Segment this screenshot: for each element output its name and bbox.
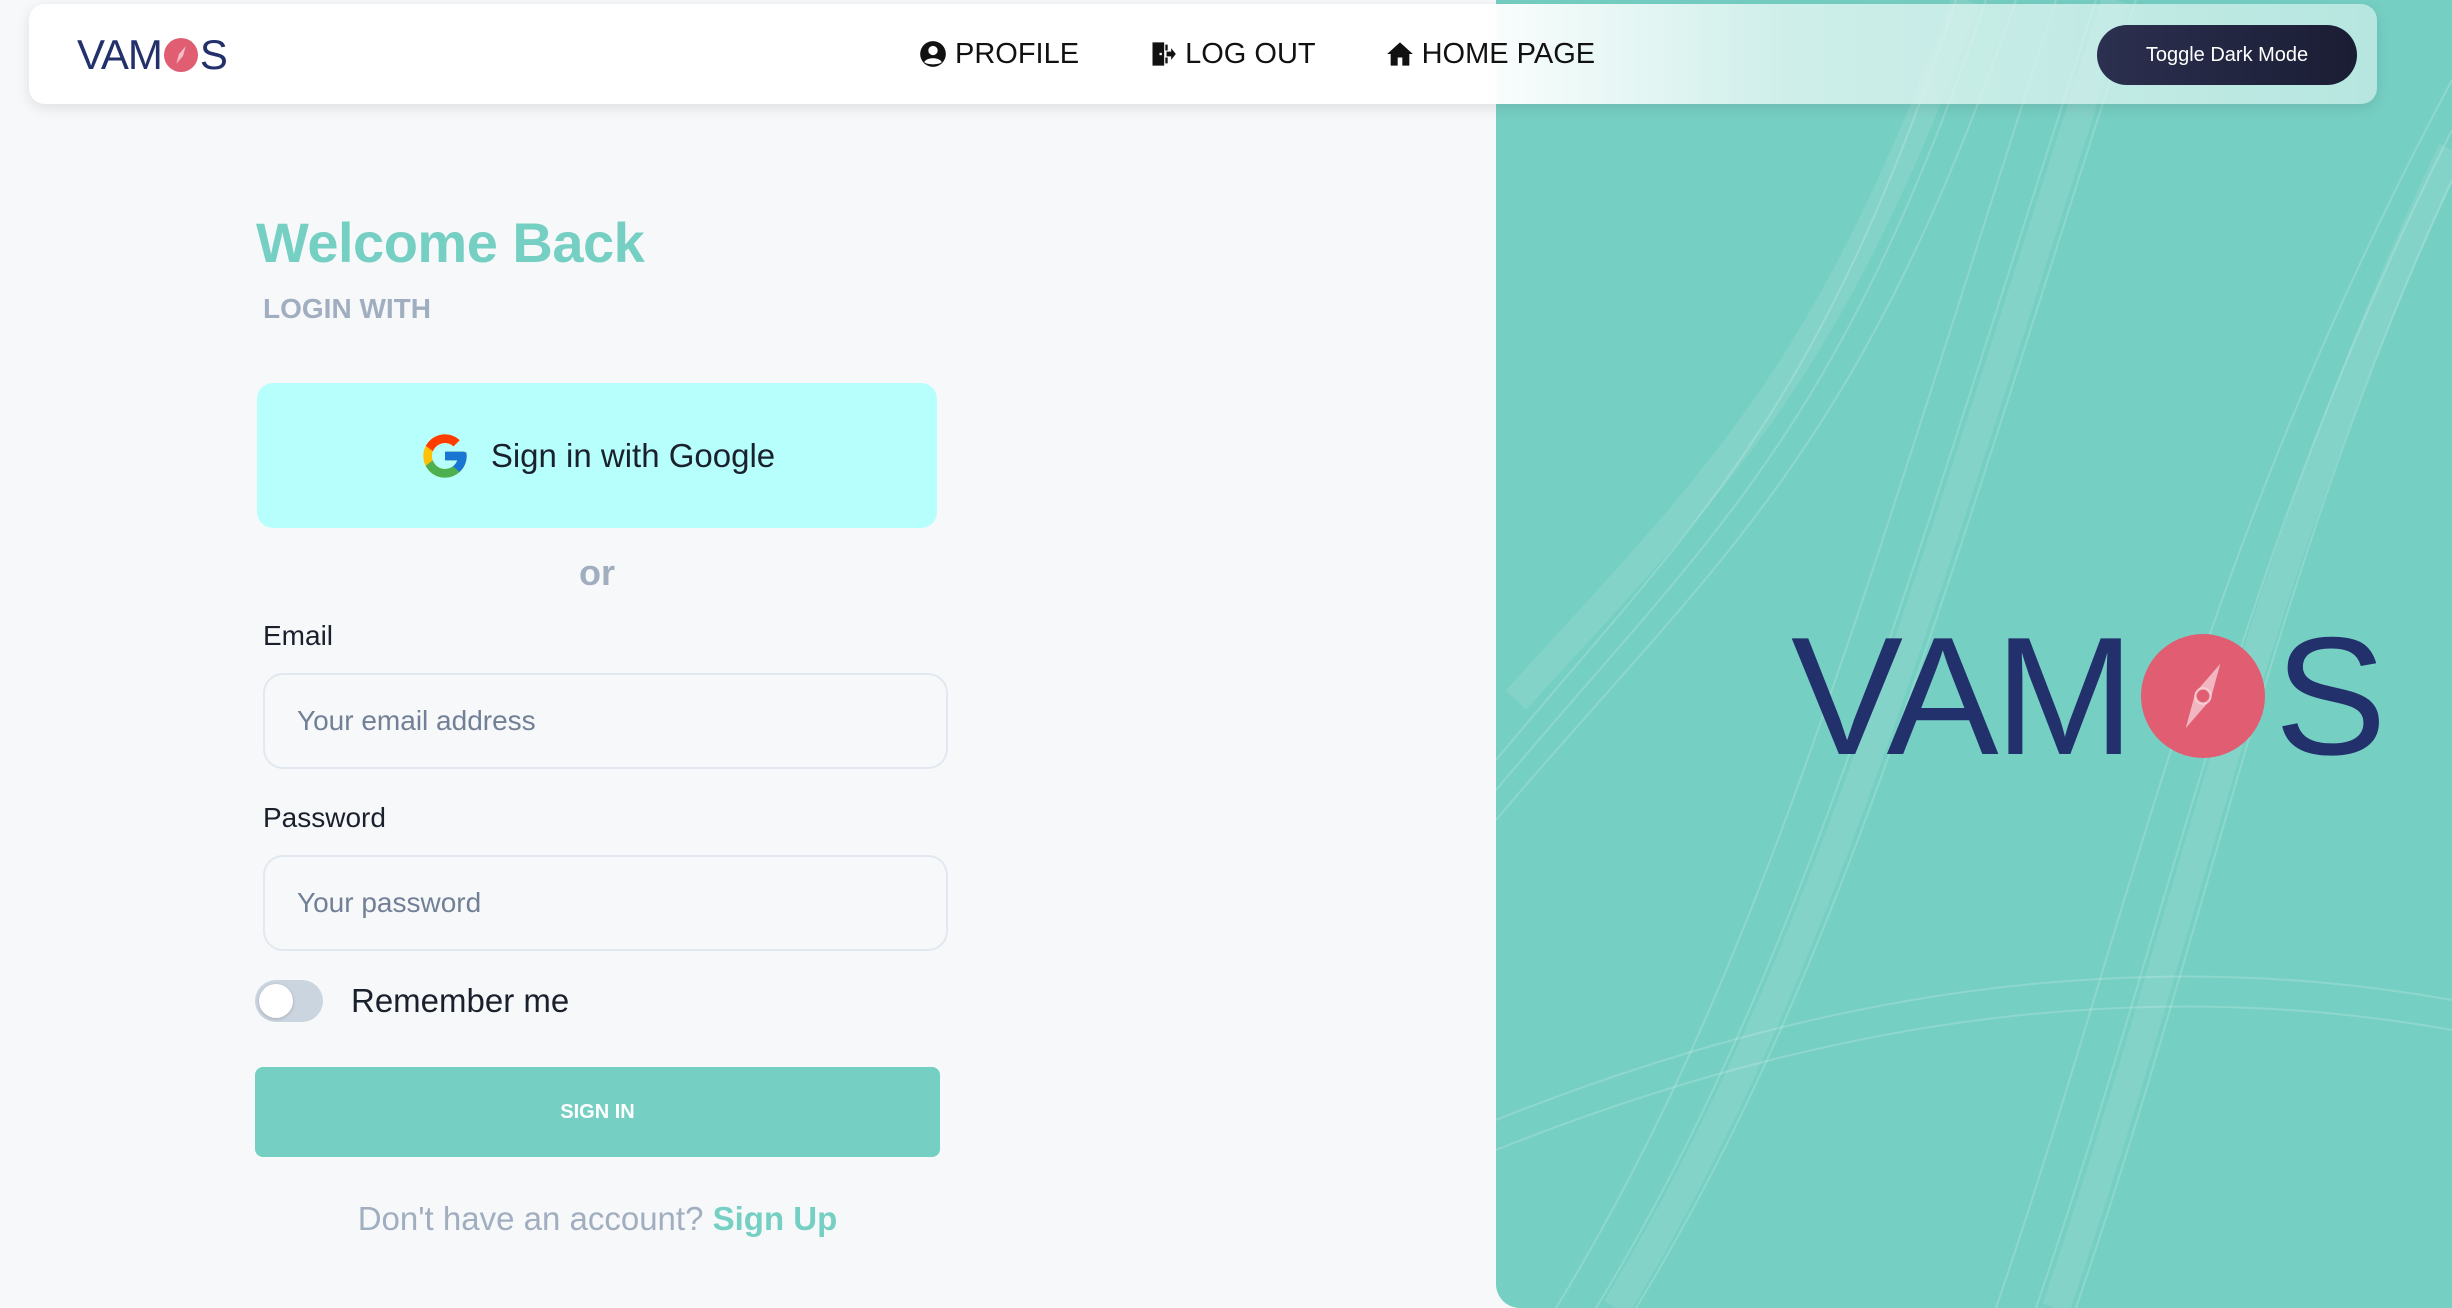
google-sign-in-label: Sign in with Google <box>490 436 776 474</box>
page-title: Welcome Back <box>256 211 645 274</box>
nav-logout-link[interactable]: LOG OUT <box>1149 38 1316 71</box>
signup-prompt-row: Don't have an account? Sign Up <box>255 1200 940 1238</box>
hero-logo: VAM S <box>1791 602 2387 790</box>
nav-profile-label: PROFILE <box>955 37 1080 70</box>
login-with-label: LOGIN WITH <box>263 293 431 324</box>
or-divider: or <box>579 552 615 593</box>
remember-me-toggle[interactable] <box>255 980 323 1022</box>
logout-door-icon <box>1152 42 1176 66</box>
remember-me-label: Remember me <box>351 982 570 1019</box>
nav-links: PROFILE LOG OUT HOME PAGE <box>919 4 1665 104</box>
nav-logout-label: LOG OUT <box>1185 37 1316 70</box>
sign-up-link[interactable]: Sign Up <box>713 1200 838 1237</box>
google-icon <box>423 433 467 478</box>
signup-prompt-text: Don't have an account? <box>357 1200 704 1237</box>
compass-icon <box>2140 634 2265 758</box>
toggle-dark-mode-button[interactable]: Toggle Dark Mode <box>2097 25 2357 85</box>
home-icon <box>1386 42 1413 66</box>
nav-home-link[interactable]: HOME PAGE <box>1386 37 1596 71</box>
compass-icon <box>163 38 198 72</box>
password-label: Password <box>263 802 386 833</box>
navbar-logo[interactable]: VAM S <box>77 31 228 78</box>
password-field[interactable] <box>263 855 948 951</box>
google-sign-in-button[interactable]: Sign in with Google <box>257 383 937 528</box>
nav-home-label: HOME PAGE <box>1421 37 1596 70</box>
remember-me-row: Remember me <box>255 980 569 1022</box>
email-label: Email <box>263 620 334 651</box>
hero-logo-text-right: S <box>2274 602 2387 790</box>
email-field[interactable] <box>263 673 948 769</box>
user-circle-icon <box>920 41 946 67</box>
hero-logo-text-left: VAM <box>1791 602 2135 790</box>
navbar: VAM S PROFILE LOG OUT HOME PAGE Toggle D… <box>29 4 2377 104</box>
sign-in-button[interactable]: SIGN IN <box>255 1067 940 1157</box>
hero-panel: VAM S <box>1496 0 2452 1308</box>
logo-text-right: S <box>199 31 228 78</box>
nav-profile-link[interactable]: PROFILE <box>919 38 1079 71</box>
logo-text-left: VAM <box>77 31 163 78</box>
